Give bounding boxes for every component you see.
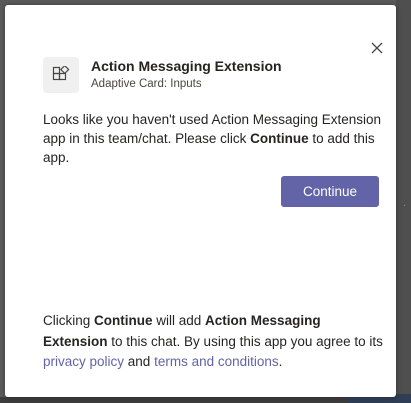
intro-message: Looks like you haven't used Action Messa… [43, 110, 388, 167]
app-blocks-icon [52, 66, 70, 81]
footer-text-1: Clicking [43, 313, 95, 328]
app-subtitle: Adaptive Card: Inputs [91, 78, 202, 90]
consent-footer: Clicking Continue will add Action Messag… [43, 311, 388, 373]
privacy-policy-link[interactable]: privacy policy [43, 354, 124, 369]
background-text-fragment: · [403, 200, 407, 211]
footer-text-5: . [278, 354, 283, 369]
app-icon [43, 57, 79, 93]
footer-text-3: to this chat. By using this app you agre… [107, 333, 383, 349]
continue-button[interactable]: Continue [281, 176, 379, 207]
footer-text-4: and [124, 354, 155, 369]
add-app-dialog: Action Messaging Extension Adaptive Card… [5, 5, 396, 397]
footer-text-2: will add [152, 313, 206, 328]
close-button[interactable] [367, 38, 387, 58]
footer-strong-continue: Continue [94, 313, 153, 328]
terms-link[interactable]: terms and conditions [154, 354, 279, 369]
close-icon [371, 42, 383, 54]
intro-strong: Continue [250, 131, 309, 146]
app-name: Action Messaging Extension [91, 58, 282, 74]
